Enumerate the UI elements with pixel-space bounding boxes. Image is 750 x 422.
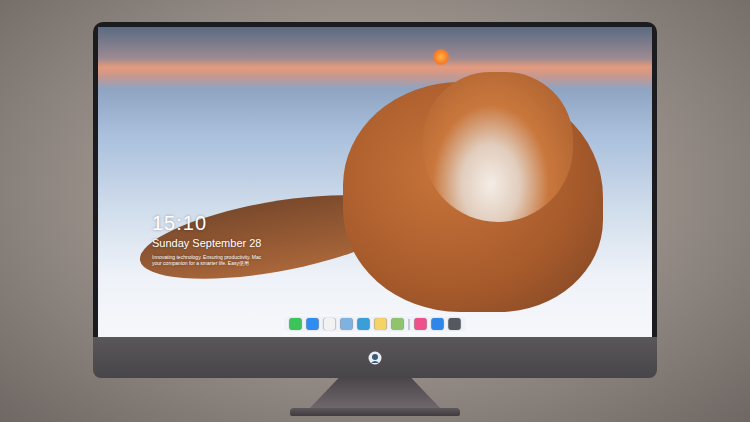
dock-separator [409,319,410,330]
lock-info: 15:10Sunday September 28 Innovating techn… [152,211,272,266]
app-icon[interactable] [341,318,353,330]
app-icon[interactable] [449,318,461,330]
brand-logo-icon [368,351,382,365]
monitor: 15:10Sunday September 28 Innovating techn… [93,22,657,422]
clock-time: 15:10 [152,211,272,235]
app-icon[interactable] [358,318,370,330]
app-icon[interactable] [415,318,427,330]
monitor-base [290,408,460,416]
app-icon[interactable] [324,318,336,330]
desktop-mockup: 15:10Sunday September 28 Innovating techn… [0,0,750,422]
tagline: Innovating technology. Ensuring producti… [152,254,262,266]
app-icon[interactable] [432,318,444,330]
app-icon[interactable] [392,318,404,330]
lock-screen: 15:10Sunday September 28 Innovating techn… [98,27,652,337]
wallpaper-photo [98,27,652,337]
app-icon[interactable] [375,318,387,330]
monitor-stand [310,378,440,408]
fox-head [423,72,573,222]
dock [283,315,468,333]
app-icon[interactable] [290,318,302,330]
monitor-chin [93,337,657,378]
clock-date: Sunday September 28 [152,236,272,250]
sun [433,49,449,65]
monitor-bezel: 15:10Sunday September 28 Innovating techn… [93,22,657,337]
app-icon[interactable] [307,318,319,330]
